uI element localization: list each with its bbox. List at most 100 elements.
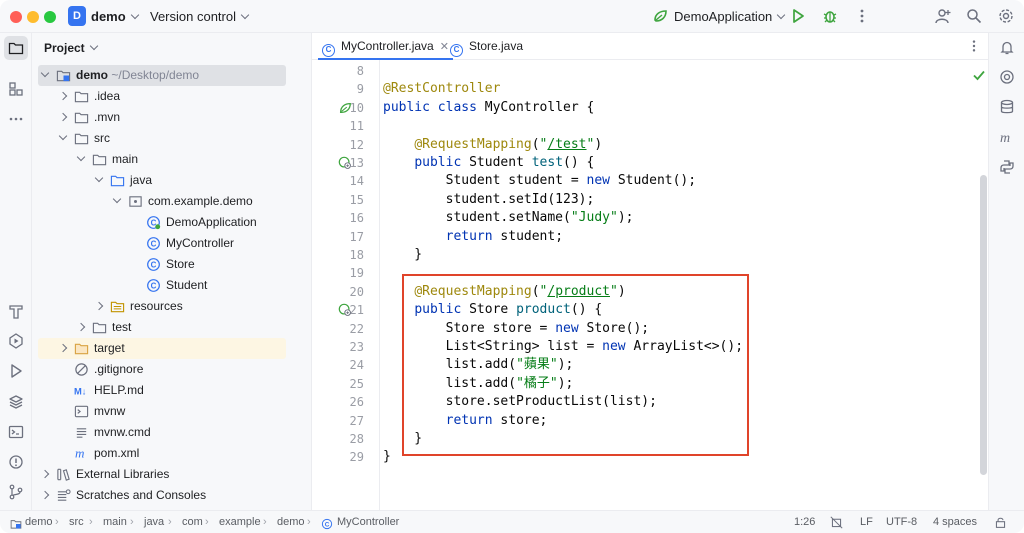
- chevron-down-icon[interactable]: [76, 152, 86, 162]
- web-endpoint-icon[interactable]: [338, 303, 352, 317]
- editor-scrollbar[interactable]: [980, 175, 987, 475]
- line-number[interactable]: 17: [312, 228, 364, 246]
- debug-icon[interactable]: [822, 8, 838, 24]
- no-problems-check-icon[interactable]: [972, 68, 986, 82]
- chevron-right-icon[interactable]: [40, 469, 50, 479]
- breadcrumb-item[interactable]: src: [69, 511, 84, 533]
- breadcrumb-item[interactable]: example: [219, 511, 261, 533]
- file-encoding[interactable]: UTF-8: [886, 511, 917, 533]
- more-actions-icon[interactable]: [854, 8, 870, 24]
- line-number[interactable]: 18: [312, 246, 364, 264]
- chevron-right-icon[interactable]: [58, 91, 68, 101]
- tree-item[interactable]: java: [38, 170, 286, 191]
- settings-gear-icon[interactable]: [998, 8, 1014, 24]
- tree-item[interactable]: C Store: [38, 254, 286, 275]
- line-number[interactable]: 15: [312, 191, 364, 209]
- tree-item[interactable]: C Student: [38, 275, 286, 296]
- tab-options-icon[interactable]: [967, 39, 981, 53]
- project-tool-button[interactable]: [4, 36, 28, 60]
- more-tools-icon[interactable]: [8, 111, 24, 127]
- git-branch-icon[interactable]: [8, 484, 24, 500]
- tree-item[interactable]: mvnw.cmd: [38, 422, 286, 443]
- line-number[interactable]: 12: [312, 136, 364, 154]
- chevron-right-icon[interactable]: [58, 112, 68, 122]
- line-number[interactable]: 26: [312, 393, 364, 411]
- line-number[interactable]: 14: [312, 172, 364, 190]
- add-user-icon[interactable]: [935, 8, 951, 24]
- chevron-right-icon[interactable]: [94, 301, 104, 311]
- tab-mycontroller[interactable]: C MyController.java ✕: [318, 33, 453, 60]
- breadcrumb-item[interactable]: com: [182, 511, 203, 533]
- close-window-button[interactable]: [10, 11, 22, 23]
- web-endpoint-icon[interactable]: [338, 156, 352, 170]
- tree-item[interactable]: main: [38, 149, 286, 170]
- project-badge-icon[interactable]: D: [68, 6, 86, 26]
- tree-item[interactable]: demo ~/Desktop/demo: [38, 65, 286, 86]
- spring-bean-icon[interactable]: [338, 101, 352, 115]
- tree-item[interactable]: com.example.demo: [38, 191, 286, 212]
- structure-icon[interactable]: [8, 81, 24, 97]
- run-configuration-dropdown[interactable]: DemoApplication: [652, 9, 786, 24]
- line-number[interactable]: 8: [312, 62, 364, 80]
- project-panel-title[interactable]: Project: [44, 41, 98, 55]
- tree-item[interactable]: test: [38, 317, 286, 338]
- tree-item[interactable]: target: [38, 338, 286, 359]
- line-number-gutter[interactable]: 8 9 10 11 12 13 14 15 16 17 18 19 20 21 22 23 24 25 26 27 28…: [312, 60, 380, 510]
- chevron-down-icon[interactable]: [112, 194, 122, 204]
- line-number[interactable]: 22: [312, 320, 364, 338]
- line-number[interactable]: 23: [312, 338, 364, 356]
- tree-item[interactable]: .idea: [38, 86, 286, 107]
- tree-item[interactable]: Scratches and Consoles: [38, 485, 286, 506]
- tree-item[interactable]: resources: [38, 296, 286, 317]
- chevron-down-icon[interactable]: [94, 173, 104, 183]
- tree-item[interactable]: M↓ HELP.md: [38, 380, 286, 401]
- caret-position[interactable]: 1:26: [794, 511, 815, 533]
- line-number[interactable]: 29: [312, 448, 364, 466]
- python-console-icon[interactable]: [999, 159, 1015, 175]
- chevron-down-icon[interactable]: [58, 131, 68, 141]
- run-icon[interactable]: [790, 8, 806, 24]
- zoom-window-button[interactable]: [44, 11, 56, 23]
- build-hammer-icon[interactable]: [8, 303, 24, 319]
- chevron-right-icon[interactable]: [76, 322, 86, 332]
- breadcrumb-item[interactable]: java: [144, 511, 164, 533]
- layers-icon[interactable]: [8, 394, 24, 410]
- version-control-dropdown[interactable]: Version control: [150, 9, 250, 24]
- notifications-bell-icon[interactable]: [999, 40, 1015, 56]
- line-number[interactable]: 16: [312, 209, 364, 227]
- tree-item[interactable]: m pom.xml: [38, 443, 286, 464]
- run-tool-icon[interactable]: [8, 363, 24, 379]
- terminal-icon[interactable]: [8, 424, 24, 440]
- tree-item[interactable]: .mvn: [38, 107, 286, 128]
- line-separator[interactable]: LF: [860, 511, 873, 533]
- project-switcher[interactable]: demo: [91, 9, 139, 24]
- tree-item[interactable]: mvnw: [38, 401, 286, 422]
- tree-item[interactable]: C MyController: [38, 233, 286, 254]
- ai-assistant-icon[interactable]: [999, 69, 1015, 85]
- maven-icon[interactable]: m: [999, 129, 1015, 145]
- search-icon[interactable]: [966, 8, 982, 24]
- tab-store[interactable]: C Store.java: [446, 33, 527, 60]
- tree-item[interactable]: C DemoApplication: [38, 212, 286, 233]
- tree-item[interactable]: External Libraries: [38, 464, 286, 485]
- chevron-down-icon[interactable]: [40, 68, 50, 78]
- read-only-toggle-icon[interactable]: [830, 516, 843, 529]
- chevron-right-icon[interactable]: [40, 490, 50, 500]
- minimize-window-button[interactable]: [27, 11, 39, 23]
- breadcrumb-item[interactable]: main: [103, 511, 127, 533]
- breadcrumb-item[interactable]: demo: [277, 511, 305, 533]
- lock-icon[interactable]: [994, 516, 1007, 529]
- line-number[interactable]: 20: [312, 283, 364, 301]
- breadcrumb-item[interactable]: demo: [25, 511, 53, 533]
- line-number[interactable]: 24: [312, 356, 364, 374]
- line-number[interactable]: 9: [312, 80, 364, 98]
- tree-item[interactable]: .gitignore: [38, 359, 286, 380]
- services-icon[interactable]: [8, 333, 24, 349]
- line-number[interactable]: 28: [312, 430, 364, 448]
- chevron-right-icon[interactable]: [58, 343, 68, 353]
- database-icon[interactable]: [999, 99, 1015, 115]
- line-number[interactable]: 19: [312, 264, 364, 282]
- line-number[interactable]: 11: [312, 117, 364, 135]
- line-number[interactable]: 25: [312, 375, 364, 393]
- indent-setting[interactable]: 4 spaces: [933, 511, 977, 533]
